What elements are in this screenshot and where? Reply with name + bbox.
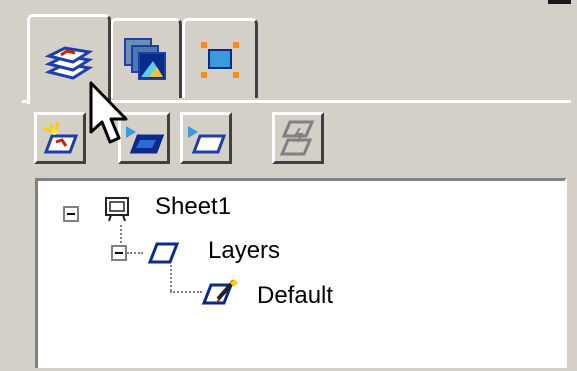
- tree-collapse-layers[interactable]: [111, 245, 127, 261]
- tree-connector: [120, 225, 122, 243]
- default-layer-icon: [201, 279, 238, 305]
- window-frame-top: [0, 0, 577, 6]
- sheet-icon: [105, 197, 129, 222]
- new-layer-icon: [43, 121, 79, 154]
- layers-icon: [147, 242, 180, 264]
- mouse-cursor-icon: [89, 81, 128, 144]
- new-layer-button[interactable]: [34, 112, 86, 164]
- tree-connector: [127, 252, 143, 254]
- selection-frame-icon: [201, 41, 239, 78]
- merge-layers-icon: [279, 120, 315, 156]
- layers-stack-icon: [44, 45, 94, 80]
- tree-item-layers-label[interactable]: Layers: [208, 237, 280, 265]
- tree-collapse-sheet[interactable]: [63, 206, 79, 222]
- tree-item-default-label[interactable]: Default: [257, 282, 333, 310]
- tree-connector: [170, 265, 172, 291]
- tree-item-sheet-label[interactable]: Sheet1: [155, 193, 231, 221]
- merge-layers-button[interactable]: [272, 112, 324, 164]
- window-left-edge: [0, 0, 22, 368]
- layer-properties-button[interactable]: [180, 112, 232, 164]
- window-right-edge: [571, 0, 577, 368]
- tab-selection[interactable]: [182, 18, 258, 98]
- layer-tree: Sheet1 Layers Default: [35, 178, 567, 368]
- tree-connector: [170, 291, 202, 293]
- views-stack-icon: [124, 37, 166, 80]
- layer-properties-icon: [188, 126, 227, 154]
